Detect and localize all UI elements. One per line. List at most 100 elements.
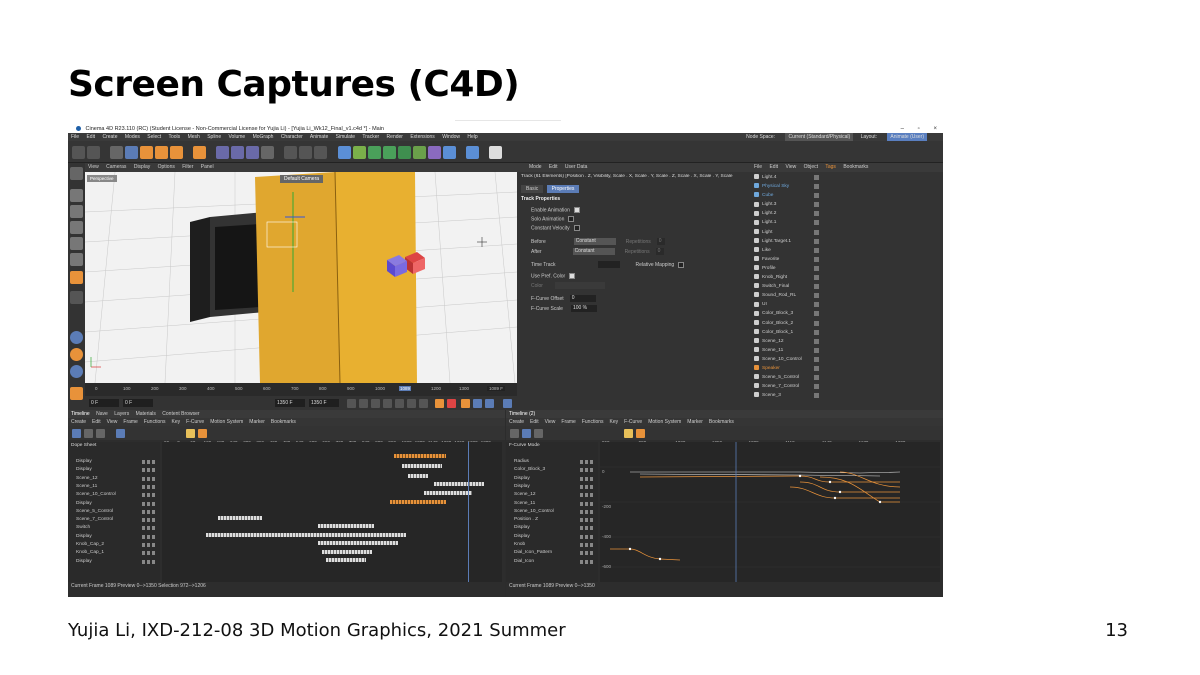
track-row[interactable]: Display <box>68 500 160 508</box>
visibility-toggle[interactable] <box>814 220 819 226</box>
visibility-toggle[interactable] <box>814 329 819 335</box>
key-track[interactable] <box>318 524 374 528</box>
track-row[interactable]: Display <box>68 458 160 466</box>
visibility-toggle[interactable] <box>814 365 819 371</box>
render-view-icon[interactable] <box>284 146 297 159</box>
timeline-right-menu-item[interactable]: Key <box>610 419 619 425</box>
play-icon[interactable] <box>383 399 392 408</box>
solo-animation-checkbox[interactable] <box>568 216 575 222</box>
menu-create[interactable]: Create <box>102 134 117 140</box>
visibility-toggle[interactable] <box>814 320 819 326</box>
obj-menu-object[interactable]: Object <box>804 164 818 170</box>
attr-menu-mode[interactable]: Mode <box>529 164 542 170</box>
track-row[interactable]: Display <box>68 466 160 474</box>
camera-label[interactable]: Default Camera <box>280 175 324 183</box>
visibility-toggle[interactable] <box>814 238 819 244</box>
menu-extensions[interactable]: Extensions <box>410 134 434 140</box>
object-row[interactable]: Scene_5_Control <box>748 373 938 382</box>
timeline-right-menu-item[interactable]: Create <box>509 419 524 425</box>
prev-key-icon[interactable] <box>359 399 368 408</box>
menu-help[interactable]: Help <box>467 134 477 140</box>
menu-tools[interactable]: Tools <box>169 134 181 140</box>
next-key-icon[interactable] <box>407 399 416 408</box>
key-track[interactable] <box>434 482 484 486</box>
visibility-toggle[interactable] <box>814 375 819 381</box>
menu-volume[interactable]: Volume <box>229 134 246 140</box>
visibility-toggle[interactable] <box>814 293 819 299</box>
track-row[interactable]: Dial_Icon <box>506 558 598 566</box>
track-flags[interactable] <box>142 551 156 556</box>
minimize-button[interactable]: – <box>901 126 904 132</box>
object-row[interactable]: Physical Sky <box>748 182 938 191</box>
start-frame-field[interactable]: 0 F <box>89 399 119 407</box>
key-track[interactable] <box>408 474 428 478</box>
timeline-icon[interactable] <box>503 399 512 408</box>
timeline-left-menu-item[interactable]: F-Curve <box>186 419 204 425</box>
key-icon[interactable] <box>624 429 633 438</box>
visibility-toggle[interactable] <box>814 284 819 290</box>
use-pref-color-checkbox[interactable] <box>569 273 576 279</box>
track-row[interactable]: Scene_12 <box>68 475 160 483</box>
pen-icon[interactable] <box>353 146 366 159</box>
next-frame-icon[interactable] <box>395 399 404 408</box>
keyframe-selection-icon[interactable] <box>461 399 470 408</box>
redo-icon[interactable] <box>87 146 100 159</box>
preview-start-field[interactable]: 0 F <box>123 399 153 407</box>
viewport-menu-display[interactable]: Display <box>134 164 150 170</box>
tab-basic[interactable]: Basic <box>521 185 544 193</box>
render-settings-icon[interactable] <box>314 146 327 159</box>
x-axis-icon[interactable] <box>216 146 229 159</box>
3d-viewport[interactable]: Perspective Default Camera <box>85 172 517 383</box>
track-row[interactable]: Knob_Cap_2 <box>68 541 160 549</box>
object-row[interactable]: Color_Block_2 <box>748 319 938 328</box>
enable-animation-checkbox[interactable] <box>573 207 580 213</box>
cloner-icon[interactable] <box>383 146 396 159</box>
visibility-toggle[interactable] <box>814 265 819 271</box>
attr-menu-user-data[interactable]: User Data <box>565 164 588 170</box>
tab-materials[interactable]: Materials <box>136 411 156 417</box>
motion-icon[interactable] <box>534 429 543 438</box>
make-editable-icon[interactable] <box>70 167 83 180</box>
track-flags[interactable] <box>142 559 156 564</box>
visibility-toggle[interactable] <box>814 202 819 208</box>
object-row[interactable]: Light.2 <box>748 209 938 218</box>
track-row[interactable]: Scene_10_Control <box>68 491 160 499</box>
track-row[interactable]: Position . Z <box>506 516 598 524</box>
texture-mode-icon[interactable] <box>70 205 83 218</box>
track-row[interactable]: Knob_Cap_1 <box>68 549 160 557</box>
timeline-left-menu-item[interactable]: Edit <box>92 419 101 425</box>
relative-mapping-checkbox[interactable] <box>678 261 685 268</box>
timeline-left-menu-item[interactable]: View <box>107 419 118 425</box>
position-key-icon[interactable] <box>473 399 482 408</box>
add-icon[interactable] <box>193 146 206 159</box>
track-flags[interactable] <box>580 534 594 539</box>
track-row[interactable]: Scene_10_Control <box>506 508 598 516</box>
track-row[interactable]: Scene_11 <box>68 483 160 491</box>
object-row[interactable]: Scene_7_Control <box>748 382 938 391</box>
track-row[interactable]: Display <box>506 524 598 532</box>
fcurve-scale-field[interactable]: 100 % <box>570 305 597 312</box>
tab-properties[interactable]: Properties <box>546 185 580 193</box>
object-row[interactable]: Speaker <box>748 364 938 373</box>
track-flags[interactable] <box>142 476 156 481</box>
maximize-button[interactable]: ▫ <box>918 126 920 132</box>
coord-system-icon[interactable] <box>261 146 274 159</box>
keymode-icon[interactable] <box>72 429 81 438</box>
timeline-left-menu-item[interactable]: Create <box>71 419 86 425</box>
track-flags[interactable] <box>142 518 156 523</box>
visibility-toggle[interactable] <box>814 247 819 253</box>
record-icon[interactable] <box>435 399 444 408</box>
visibility-toggle[interactable] <box>814 347 819 353</box>
visibility-toggle[interactable] <box>814 393 819 399</box>
track-flags[interactable] <box>580 543 594 547</box>
snap-icon[interactable] <box>70 291 83 304</box>
prev-frame-icon[interactable] <box>371 399 380 408</box>
render-picture-icon[interactable] <box>299 146 312 159</box>
constant-velocity-checkbox[interactable] <box>573 225 580 231</box>
key-range[interactable] <box>394 454 446 458</box>
track-flags[interactable] <box>580 518 594 523</box>
track-flags[interactable] <box>580 468 594 473</box>
fcurve-icon[interactable] <box>84 429 93 438</box>
tab-timeline[interactable]: Timeline <box>71 411 90 417</box>
object-row[interactable]: Light.4 <box>748 173 938 182</box>
